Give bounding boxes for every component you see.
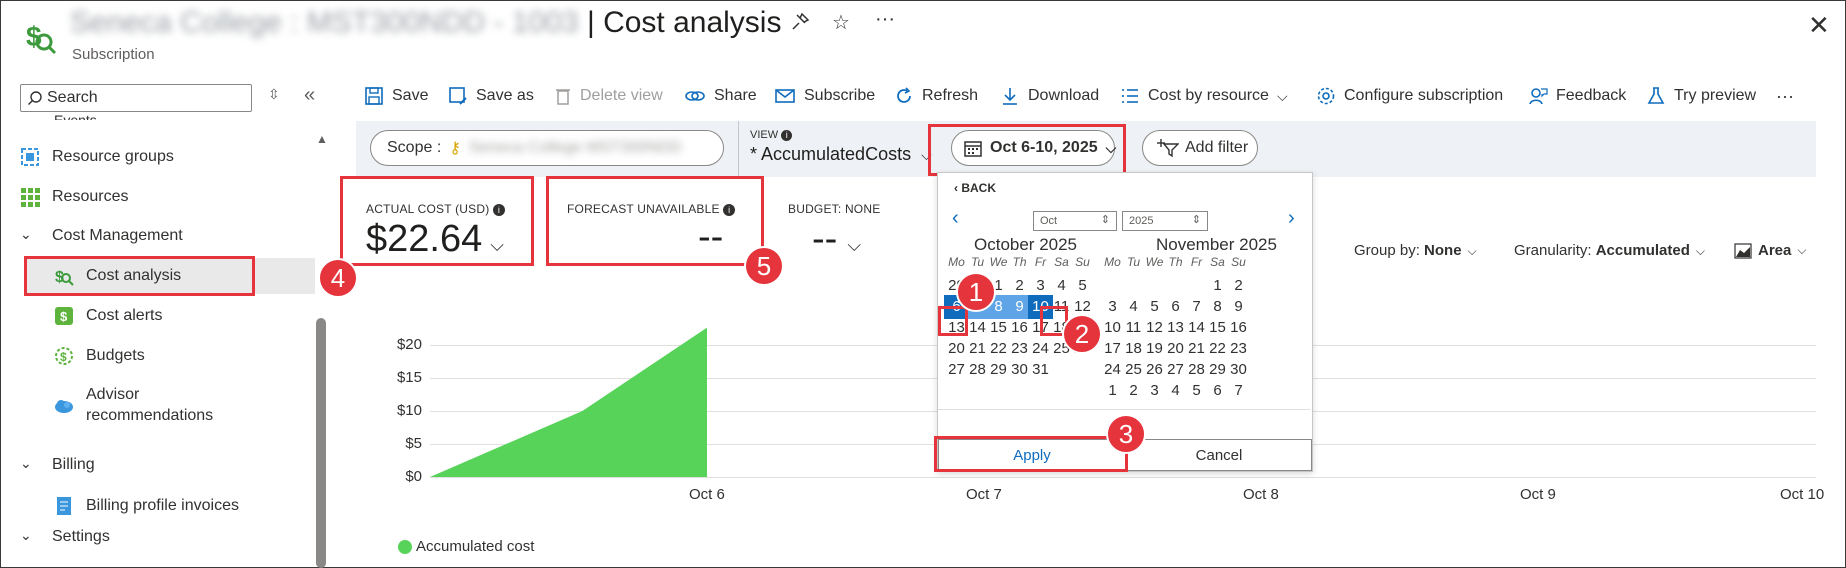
right-month-title: November 2025: [1156, 235, 1277, 254]
month-select[interactable]: Oct ⇕: [1033, 211, 1117, 231]
next-month-icon[interactable]: ›: [1288, 207, 1295, 230]
day-cell[interactable]: 30: [1226, 361, 1251, 378]
day-cell[interactable]: 12: [1070, 298, 1095, 315]
annotation-badge: 1: [956, 272, 996, 312]
back-link[interactable]: ‹ BACK: [954, 181, 996, 195]
x-tick: Oct 6: [689, 486, 725, 503]
chevron-left-icon: ‹: [954, 181, 958, 195]
day-cell[interactable]: 7: [1226, 382, 1251, 399]
year-select[interactable]: 2025 ⇕: [1122, 211, 1208, 231]
annotation-badge: 2: [1062, 314, 1102, 354]
area-chart-svg: [430, 327, 707, 477]
x-tick: Oct 10: [1780, 486, 1825, 503]
left-month-title: October 2025: [974, 235, 1078, 254]
legend-swatch: [398, 539, 412, 554]
day-cell[interactable]: 5: [1070, 277, 1095, 294]
day-cell[interactable]: 16: [1226, 319, 1251, 336]
x-tick: Oct 8: [1243, 486, 1279, 503]
highlight-apply: [934, 436, 1128, 472]
day-cell[interactable]: 9: [1226, 298, 1251, 315]
x-tick: Oct 9: [1520, 486, 1556, 503]
day-cell[interactable]: 23: [1226, 340, 1251, 357]
prev-month-icon[interactable]: ‹: [952, 207, 959, 230]
day-cell[interactable]: 2: [1226, 277, 1251, 294]
weekday-label: Su: [1231, 255, 1246, 269]
accumulated-cost-area: [430, 327, 707, 477]
x-tick: Oct 7: [966, 486, 1002, 503]
annotation-badge: 5: [744, 246, 784, 286]
annotation-badge: 4: [318, 258, 358, 298]
annotation-badge: 3: [1106, 414, 1146, 454]
weekday-label: Su: [1075, 255, 1090, 269]
highlight-start-date: [938, 306, 968, 336]
day-cell[interactable]: 31: [1028, 361, 1053, 378]
cancel-button[interactable]: Cancel: [1126, 439, 1312, 471]
legend-item[interactable]: Accumulated cost: [398, 538, 534, 555]
